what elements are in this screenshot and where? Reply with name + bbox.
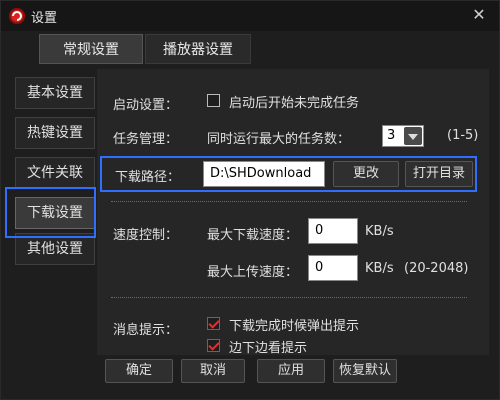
download-unit: KB/s [365, 224, 394, 239]
open-directory-button[interactable]: 打开目录 [405, 161, 473, 187]
startup-checkbox[interactable] [207, 94, 220, 107]
cancel-button[interactable]: 取消 [181, 359, 245, 383]
startup-label: 启动设置： [113, 98, 179, 113]
apply-button[interactable]: 应用 [257, 359, 325, 383]
notice-download-complete-checkbox[interactable] [207, 317, 220, 330]
startup-checkbox-label: 启动后开始未完成任务 [229, 96, 360, 111]
divider-2 [111, 297, 467, 298]
upload-unit: KB/s [365, 261, 394, 276]
tab-general-settings[interactable]: 常规设置 [39, 34, 143, 64]
change-path-button[interactable]: 更改 [333, 161, 399, 187]
chevron-down-icon[interactable] [404, 127, 422, 145]
notice-stream-label: 边下边看提示 [229, 341, 308, 356]
sidebar-item-basic[interactable]: 基本设置 [15, 77, 95, 109]
ok-button[interactable]: 确定 [105, 359, 173, 383]
notice-label: 消息提示： [113, 323, 179, 338]
max-tasks-value: 3 [387, 128, 396, 143]
divider-1 [111, 201, 467, 202]
footer-bar [1, 355, 499, 399]
notice-stream-checkbox[interactable] [207, 339, 220, 352]
sidebar-item-hotkey[interactable]: 热键设置 [15, 117, 95, 149]
top-tab-bar: 常规设置 播放器设置 [1, 31, 499, 67]
title-bar: 设置 ✕ [1, 1, 499, 31]
speed-label: 速度控制： [113, 228, 179, 243]
max-upload-input[interactable]: 0 [308, 255, 358, 281]
close-icon[interactable]: ✕ [469, 5, 489, 25]
task-label: 任务管理： [113, 132, 179, 147]
sidebar-item-file-association[interactable]: 文件关联 [15, 157, 95, 189]
max-tasks-label: 同时运行最大的任务数： [207, 132, 351, 147]
upload-range: (20-2048) [404, 261, 469, 276]
notice-download-complete-label: 下载完成时候弹出提示 [229, 319, 360, 334]
max-download-input[interactable]: 0 [308, 218, 358, 244]
max-download-label: 最大下载速度： [207, 228, 299, 243]
sidebar-selection-highlight [5, 187, 96, 238]
restore-defaults-button[interactable]: 恢复默认 [333, 359, 397, 383]
max-tasks-select[interactable]: 3 [382, 125, 424, 147]
download-path-label: 下载路径： [115, 170, 181, 185]
download-path-input[interactable]: D:\SHDownload [203, 161, 325, 187]
app-logo-icon [9, 8, 25, 24]
settings-window: 设置 ✕ 常规设置 播放器设置 基本设置 热键设置 文件关联 下载设置 其他设置… [0, 0, 500, 400]
window-title: 设置 [31, 11, 58, 26]
tab-player-settings[interactable]: 播放器设置 [145, 34, 251, 64]
max-tasks-range: (1-5) [447, 128, 479, 143]
max-upload-label: 最大上传速度： [207, 265, 299, 280]
